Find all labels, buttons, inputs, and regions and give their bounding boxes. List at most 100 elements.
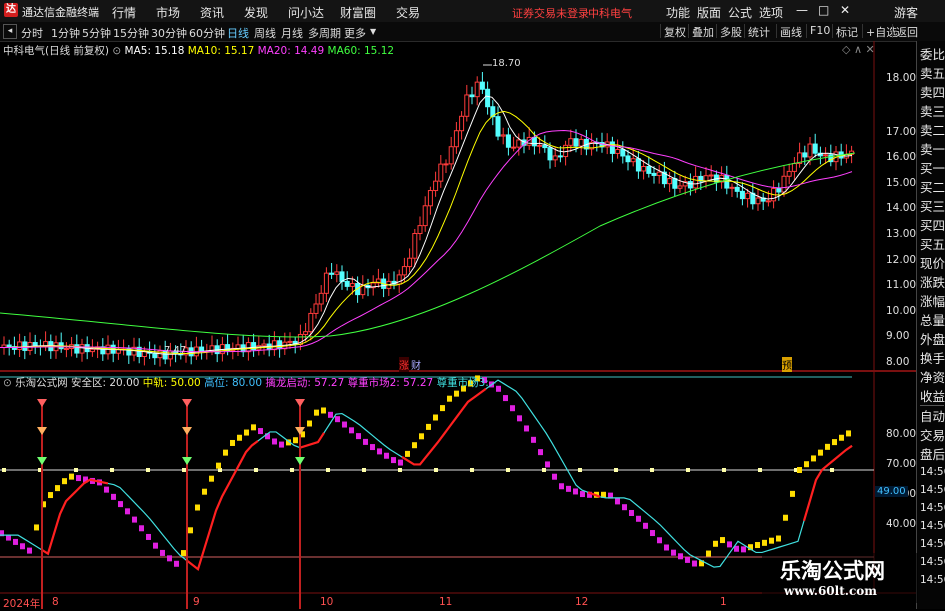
menu-markets[interactable]: 市场 bbox=[156, 4, 180, 21]
panel-label[interactable]: 买四 bbox=[920, 216, 945, 235]
oscillator-bar bbox=[524, 425, 529, 432]
tool-overlay[interactable]: 叠加 bbox=[688, 24, 717, 39]
period-30min[interactable]: 30分钟 bbox=[151, 25, 187, 41]
panel-label[interactable]: 总量 bbox=[920, 311, 945, 330]
period-1min[interactable]: 1分钟 bbox=[51, 25, 80, 41]
menu-discover[interactable]: 发现 bbox=[244, 4, 268, 21]
panel-label[interactable]: 卖二 bbox=[920, 121, 945, 140]
oscillator-bar bbox=[510, 405, 515, 412]
panel-label[interactable]: 外盘 bbox=[920, 330, 945, 349]
collapse-icon[interactable]: ◂ bbox=[3, 24, 17, 39]
oscillator-bar bbox=[650, 530, 655, 537]
mid-rail-value: 中轨: 50.00 bbox=[142, 377, 201, 389]
candle-body bbox=[89, 348, 95, 353]
period-more[interactable]: 更多 bbox=[344, 25, 366, 41]
menu-formula[interactable]: 公式 bbox=[728, 4, 752, 21]
period-5min[interactable]: 5分钟 bbox=[82, 25, 111, 41]
close-icon[interactable]: ✕ bbox=[840, 3, 850, 17]
menu-layout[interactable]: 版面 bbox=[697, 4, 721, 21]
candle-body bbox=[313, 303, 319, 314]
oscillator-bar bbox=[328, 411, 333, 418]
period-weekly[interactable]: 周线 bbox=[254, 25, 276, 41]
marker-rise[interactable]: 涨 bbox=[399, 357, 409, 372]
indicator-name: 乐淘公式网 bbox=[15, 377, 68, 389]
tool-adjust[interactable]: 复权 bbox=[660, 24, 689, 39]
menu-options[interactable]: 选项 bbox=[759, 4, 783, 21]
panel-label[interactable]: 盘后 bbox=[920, 445, 945, 464]
oscillator-bar bbox=[62, 478, 67, 485]
tool-f10[interactable]: F10 bbox=[806, 24, 833, 38]
period-monthly[interactable]: 月线 bbox=[281, 25, 303, 41]
ma10-line bbox=[0, 110, 853, 355]
marker-forecast[interactable]: 预 bbox=[782, 357, 792, 372]
period-15min[interactable]: 15分钟 bbox=[113, 25, 149, 41]
panel-label[interactable]: 买五 bbox=[920, 235, 945, 254]
signal-diamond-icon bbox=[37, 427, 47, 435]
panel-label[interactable]: 涨跌 bbox=[920, 273, 945, 292]
indicator-pane bbox=[0, 375, 874, 609]
trade-time: 14:56 bbox=[920, 502, 945, 514]
tool-statistics[interactable]: 统计 bbox=[744, 24, 773, 39]
marker-finance[interactable]: 财 bbox=[411, 357, 421, 372]
candle-body bbox=[474, 81, 480, 98]
stock-name-link[interactable]: 中科电气 bbox=[588, 5, 632, 21]
oscillator-bar bbox=[146, 533, 151, 540]
panel-label[interactable]: 卖三 bbox=[920, 102, 945, 121]
maximize-icon[interactable]: □ bbox=[818, 3, 829, 17]
panel-label[interactable]: 委比 bbox=[920, 45, 945, 64]
panel-label[interactable]: 买一 bbox=[920, 159, 945, 178]
candle-body bbox=[287, 340, 293, 343]
oscillator-bar bbox=[657, 537, 662, 544]
period-multi[interactable]: 多周期 bbox=[308, 25, 341, 41]
menu-ask[interactable]: 问小达 bbox=[288, 4, 324, 21]
title-bar: 达 通达信金融终端 行情 市场 资讯 发现 问小达 财富圈 交易 证券交易未登录… bbox=[0, 0, 945, 23]
panel-label[interactable]: 收益 bbox=[920, 387, 945, 406]
oscillator-bar bbox=[356, 433, 361, 440]
period-intraday[interactable]: 分时 bbox=[21, 25, 43, 41]
candle-body bbox=[6, 344, 12, 348]
candle-body bbox=[422, 205, 428, 227]
period-60min[interactable]: 60分钟 bbox=[189, 25, 225, 41]
panel-label[interactable]: 卖四 bbox=[920, 83, 945, 102]
oscillator-bar bbox=[174, 560, 179, 567]
panel-label[interactable]: 自动 bbox=[920, 407, 945, 426]
candle-body bbox=[401, 266, 407, 276]
menu-trade[interactable]: 交易 bbox=[396, 4, 420, 21]
panel-label[interactable]: 交易 bbox=[920, 426, 945, 445]
candle-body bbox=[344, 280, 350, 287]
tool-back[interactable]: 返回 bbox=[892, 24, 921, 39]
oscillator-bar bbox=[503, 395, 508, 402]
indicator-gear-icon[interactable]: ⊙ bbox=[3, 377, 12, 389]
candle-body bbox=[537, 144, 543, 147]
menu-function[interactable]: 功能 bbox=[666, 4, 690, 21]
panel-label[interactable]: 买二 bbox=[920, 178, 945, 197]
panel-label[interactable]: 卖五 bbox=[920, 64, 945, 83]
period-daily[interactable]: 日线 bbox=[227, 25, 249, 41]
menu-news[interactable]: 资讯 bbox=[200, 4, 224, 21]
oscillator-bar bbox=[447, 395, 452, 402]
candle-body bbox=[739, 190, 745, 200]
candle-body bbox=[776, 188, 782, 193]
panel-label[interactable]: 现价 bbox=[920, 254, 945, 273]
oscillator-bar bbox=[454, 390, 459, 397]
panel-label[interactable]: 涨幅 bbox=[920, 292, 945, 311]
menu-wealth-circle[interactable]: 财富圈 bbox=[340, 4, 376, 21]
menu-market-quotes[interactable]: 行情 bbox=[112, 4, 136, 21]
broker-login-notice[interactable]: 证券交易未登录 bbox=[512, 5, 589, 21]
panel-label[interactable]: 换手 bbox=[920, 349, 945, 368]
oscillator-bar bbox=[692, 560, 697, 567]
chevron-down-icon[interactable]: ▼ bbox=[370, 27, 376, 36]
guest-label[interactable]: 游客 bbox=[894, 4, 918, 21]
candle-body bbox=[781, 175, 787, 193]
tool-mark[interactable]: 标记 bbox=[832, 24, 861, 39]
chart-area bbox=[0, 41, 916, 609]
candle-body bbox=[552, 155, 558, 161]
panel-label[interactable]: 买三 bbox=[920, 197, 945, 216]
oscillator-bar bbox=[258, 428, 263, 435]
panel-label[interactable]: 卖一 bbox=[920, 140, 945, 159]
panel-label[interactable]: 净资 bbox=[920, 368, 945, 387]
tool-multi-stock[interactable]: 多股 bbox=[716, 24, 745, 39]
tool-draw[interactable]: 画线 bbox=[776, 24, 805, 39]
minimize-icon[interactable]: — bbox=[796, 3, 808, 17]
oscillator-bar bbox=[307, 420, 312, 427]
